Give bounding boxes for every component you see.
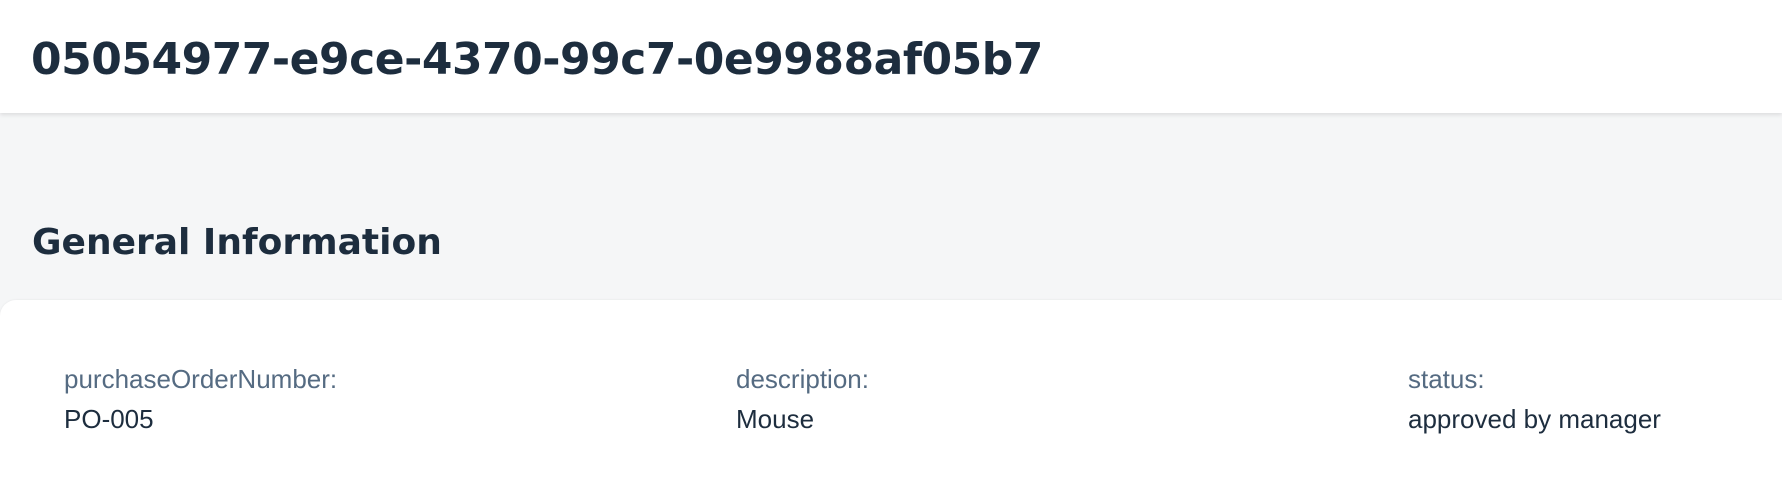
field-purchase-order-number: purchaseOrderNumber: PO-005 [64, 362, 337, 436]
field-value: approved by manager [1408, 404, 1661, 434]
field-status: status: approved by manager [1408, 362, 1661, 436]
general-information-card: purchaseOrderNumber: PO-005 description:… [0, 300, 1782, 496]
field-label: status: [1408, 364, 1485, 394]
object-title: 05054977-e9ce-4370-99c7-0e9988af05b7 [31, 34, 1043, 85]
section-title: General Information [32, 222, 442, 263]
field-value: PO-005 [64, 404, 154, 434]
field-description: description: Mouse [736, 362, 869, 436]
object-page-header: 05054977-e9ce-4370-99c7-0e9988af05b7 [0, 0, 1782, 113]
field-value: Mouse [736, 404, 815, 434]
field-label: description: [736, 364, 869, 394]
field-label: purchaseOrderNumber: [64, 364, 338, 394]
